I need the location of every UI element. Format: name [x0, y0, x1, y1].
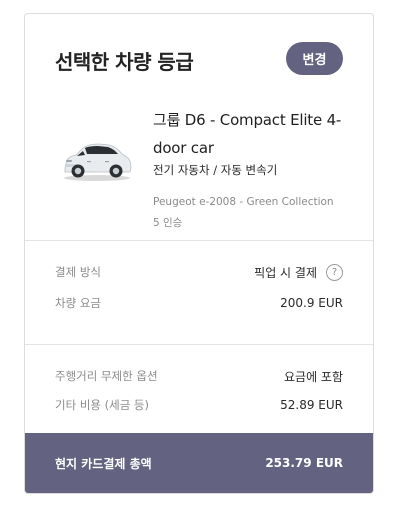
question-circle-icon[interactable]: ? — [326, 263, 343, 281]
vehicle-rate-value: 200.9 EUR — [280, 296, 343, 310]
payment-method-value: 픽업 시 결제 ? — [254, 263, 343, 281]
mileage-option-value: 요금에 포함 — [283, 369, 343, 384]
vehicle-group-name: 그룹 D6 - Compact Elite 4-door car — [153, 111, 342, 157]
payment-method-label: 결제 방식 — [55, 265, 101, 279]
booking-summary-card: 선택한 차량 등급 변경 그룹 D6 - Compact Elite 4-doo… — [24, 13, 374, 494]
mileage-option-label: 주행거리 무제한 옵션 — [55, 369, 158, 383]
payment-method-row: 결제 방식 픽업 시 결제 ? — [55, 261, 343, 283]
total-label: 현지 카드결제 총액 — [55, 456, 152, 471]
vehicle-type: 전기 자동차 / 자동 변속기 — [153, 163, 278, 177]
payment-method-text: 픽업 시 결제 — [254, 265, 317, 280]
total-bar: 현지 카드결제 총액 253.79 EUR — [25, 433, 373, 493]
vehicle-model-name: Peugeot e-2008 - Green Collection — [153, 196, 334, 208]
page-title: 선택한 차량 등급 — [55, 50, 194, 74]
other-fees-label: 기타 비용 (세금 등) — [55, 398, 149, 412]
divider — [25, 240, 373, 241]
change-button[interactable]: 변경 — [286, 42, 343, 75]
summary-header: 선택한 차량 등급 변경 — [25, 14, 373, 104]
total-amount: 253.79 EUR — [265, 456, 343, 470]
vehicle-rate-label: 차량 요금 — [55, 296, 101, 310]
mileage-option-row: 주행거리 무제한 옵션 요금에 포함 — [55, 365, 343, 387]
divider — [25, 344, 373, 345]
other-fees-value: 52.89 EUR — [280, 398, 343, 412]
other-fees-row: 기타 비용 (세금 등) 52.89 EUR — [55, 394, 343, 416]
car-image — [64, 143, 132, 181]
vehicle-model: Peugeot e-2008 - Green Collection 5 인승 — [153, 192, 353, 234]
vehicle-info: 그룹 D6 - Compact Elite 4-door car 전기 자동차 … — [25, 96, 373, 242]
vehicle-rate-row: 차량 요금 200.9 EUR — [55, 292, 343, 314]
vehicle-seats: 5 인승 — [153, 217, 183, 229]
